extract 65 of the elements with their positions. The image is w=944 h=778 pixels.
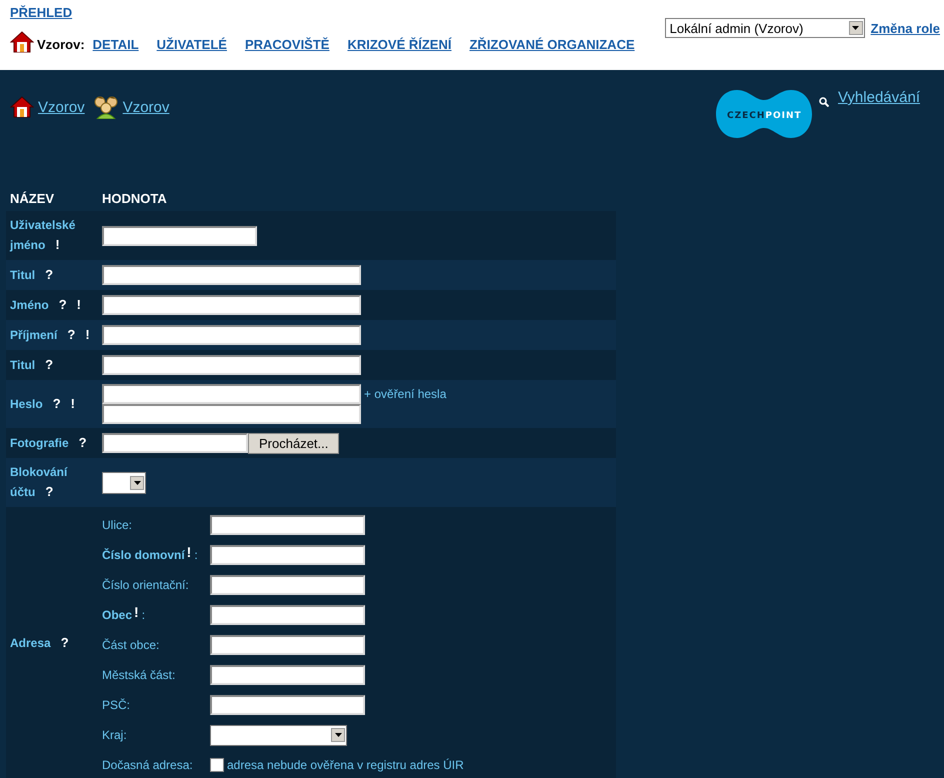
column-header: NÁZEV [10,191,54,206]
field-label: Titul ? [10,266,54,284]
column-header: HODNOTA [102,191,167,206]
input-field[interactable] [102,265,361,285]
field-label: Blokování účtu ? [10,464,69,501]
required-mark: ! [186,544,192,560]
browse-button[interactable]: Procházet... [248,432,340,454]
field-label: Heslo ? ! [10,395,75,413]
organization-label: Vzorov: [37,36,85,52]
dropdown-arrow-icon [134,480,140,484]
checkbox-label: adresa nebude ověřena v registru adres ÚIR [227,758,464,772]
field-label: Fotografie ? [10,434,87,452]
input-field[interactable] [210,545,365,565]
dropdown-arrow-icon [852,26,860,30]
file-field[interactable] [102,432,248,452]
field-label: Jméno ? ! [10,296,81,314]
field-label: Adresa ? [10,634,69,652]
overview-link[interactable]: PŘEHLED [10,5,72,20]
search-icon [818,97,829,107]
input-field[interactable] [102,295,361,315]
house-icon [10,30,34,54]
field-label: Uživatelské jméno ! [10,217,76,254]
block-select[interactable] [102,472,146,494]
address-label: Dočasná adresa: [102,758,193,772]
logo: CZECH POINT [714,88,813,140]
nav-tab[interactable]: DETAIL [92,36,139,52]
input-field[interactable] [210,605,365,625]
region-select[interactable] [210,724,347,746]
address-label: Část obce: [102,638,160,652]
password-field[interactable] [102,384,361,404]
field-label: Příjmení ? ! [10,326,90,344]
nav-tab[interactable]: KRIZOVÉ ŘÍZENÍ [347,36,452,52]
input-field[interactable] [210,695,365,715]
address-label: Číslo domovní [102,548,185,562]
nav-tab[interactable]: UŽIVATELÉ [156,36,227,52]
house-icon [10,95,34,119]
input-field[interactable] [210,515,365,535]
breadcrumb-link[interactable]: Vzorov [122,99,170,116]
input-field[interactable] [102,325,361,345]
required-mark: ! [134,604,139,620]
label-colon: : [194,548,198,562]
address-label: Obec [102,608,132,622]
input-field[interactable] [210,635,365,655]
input-field[interactable] [102,355,361,375]
nav-tab[interactable]: ZŘIZOVANÉ ORGANIZACE [469,36,635,52]
address-label: Městská část: [102,668,176,682]
address-label: Kraj: [102,728,127,742]
password-field[interactable] [102,404,361,424]
role-select[interactable]: Lokální admin (Vzorov) [664,18,865,38]
password-confirm-note: + ověření hesla [364,387,446,401]
label-colon: : [142,608,146,622]
change-role-link[interactable]: Změna role [870,20,940,36]
dropdown-arrow-icon [334,733,342,737]
search-link[interactable]: Vyhledávání [838,89,920,106]
input-field[interactable] [102,226,257,246]
input-field[interactable] [210,575,365,595]
checkbox[interactable] [210,758,224,772]
users-icon [92,95,119,119]
address-label: PSČ: [102,698,130,712]
address-label: Číslo orientační: [102,578,189,592]
input-field[interactable] [210,665,365,685]
address-label: Ulice: [102,518,132,532]
breadcrumb-link[interactable]: Vzorov [38,99,85,116]
nav-tab[interactable]: PRACOVIŠTĚ [244,36,330,52]
field-label: Titul ? [10,356,54,374]
